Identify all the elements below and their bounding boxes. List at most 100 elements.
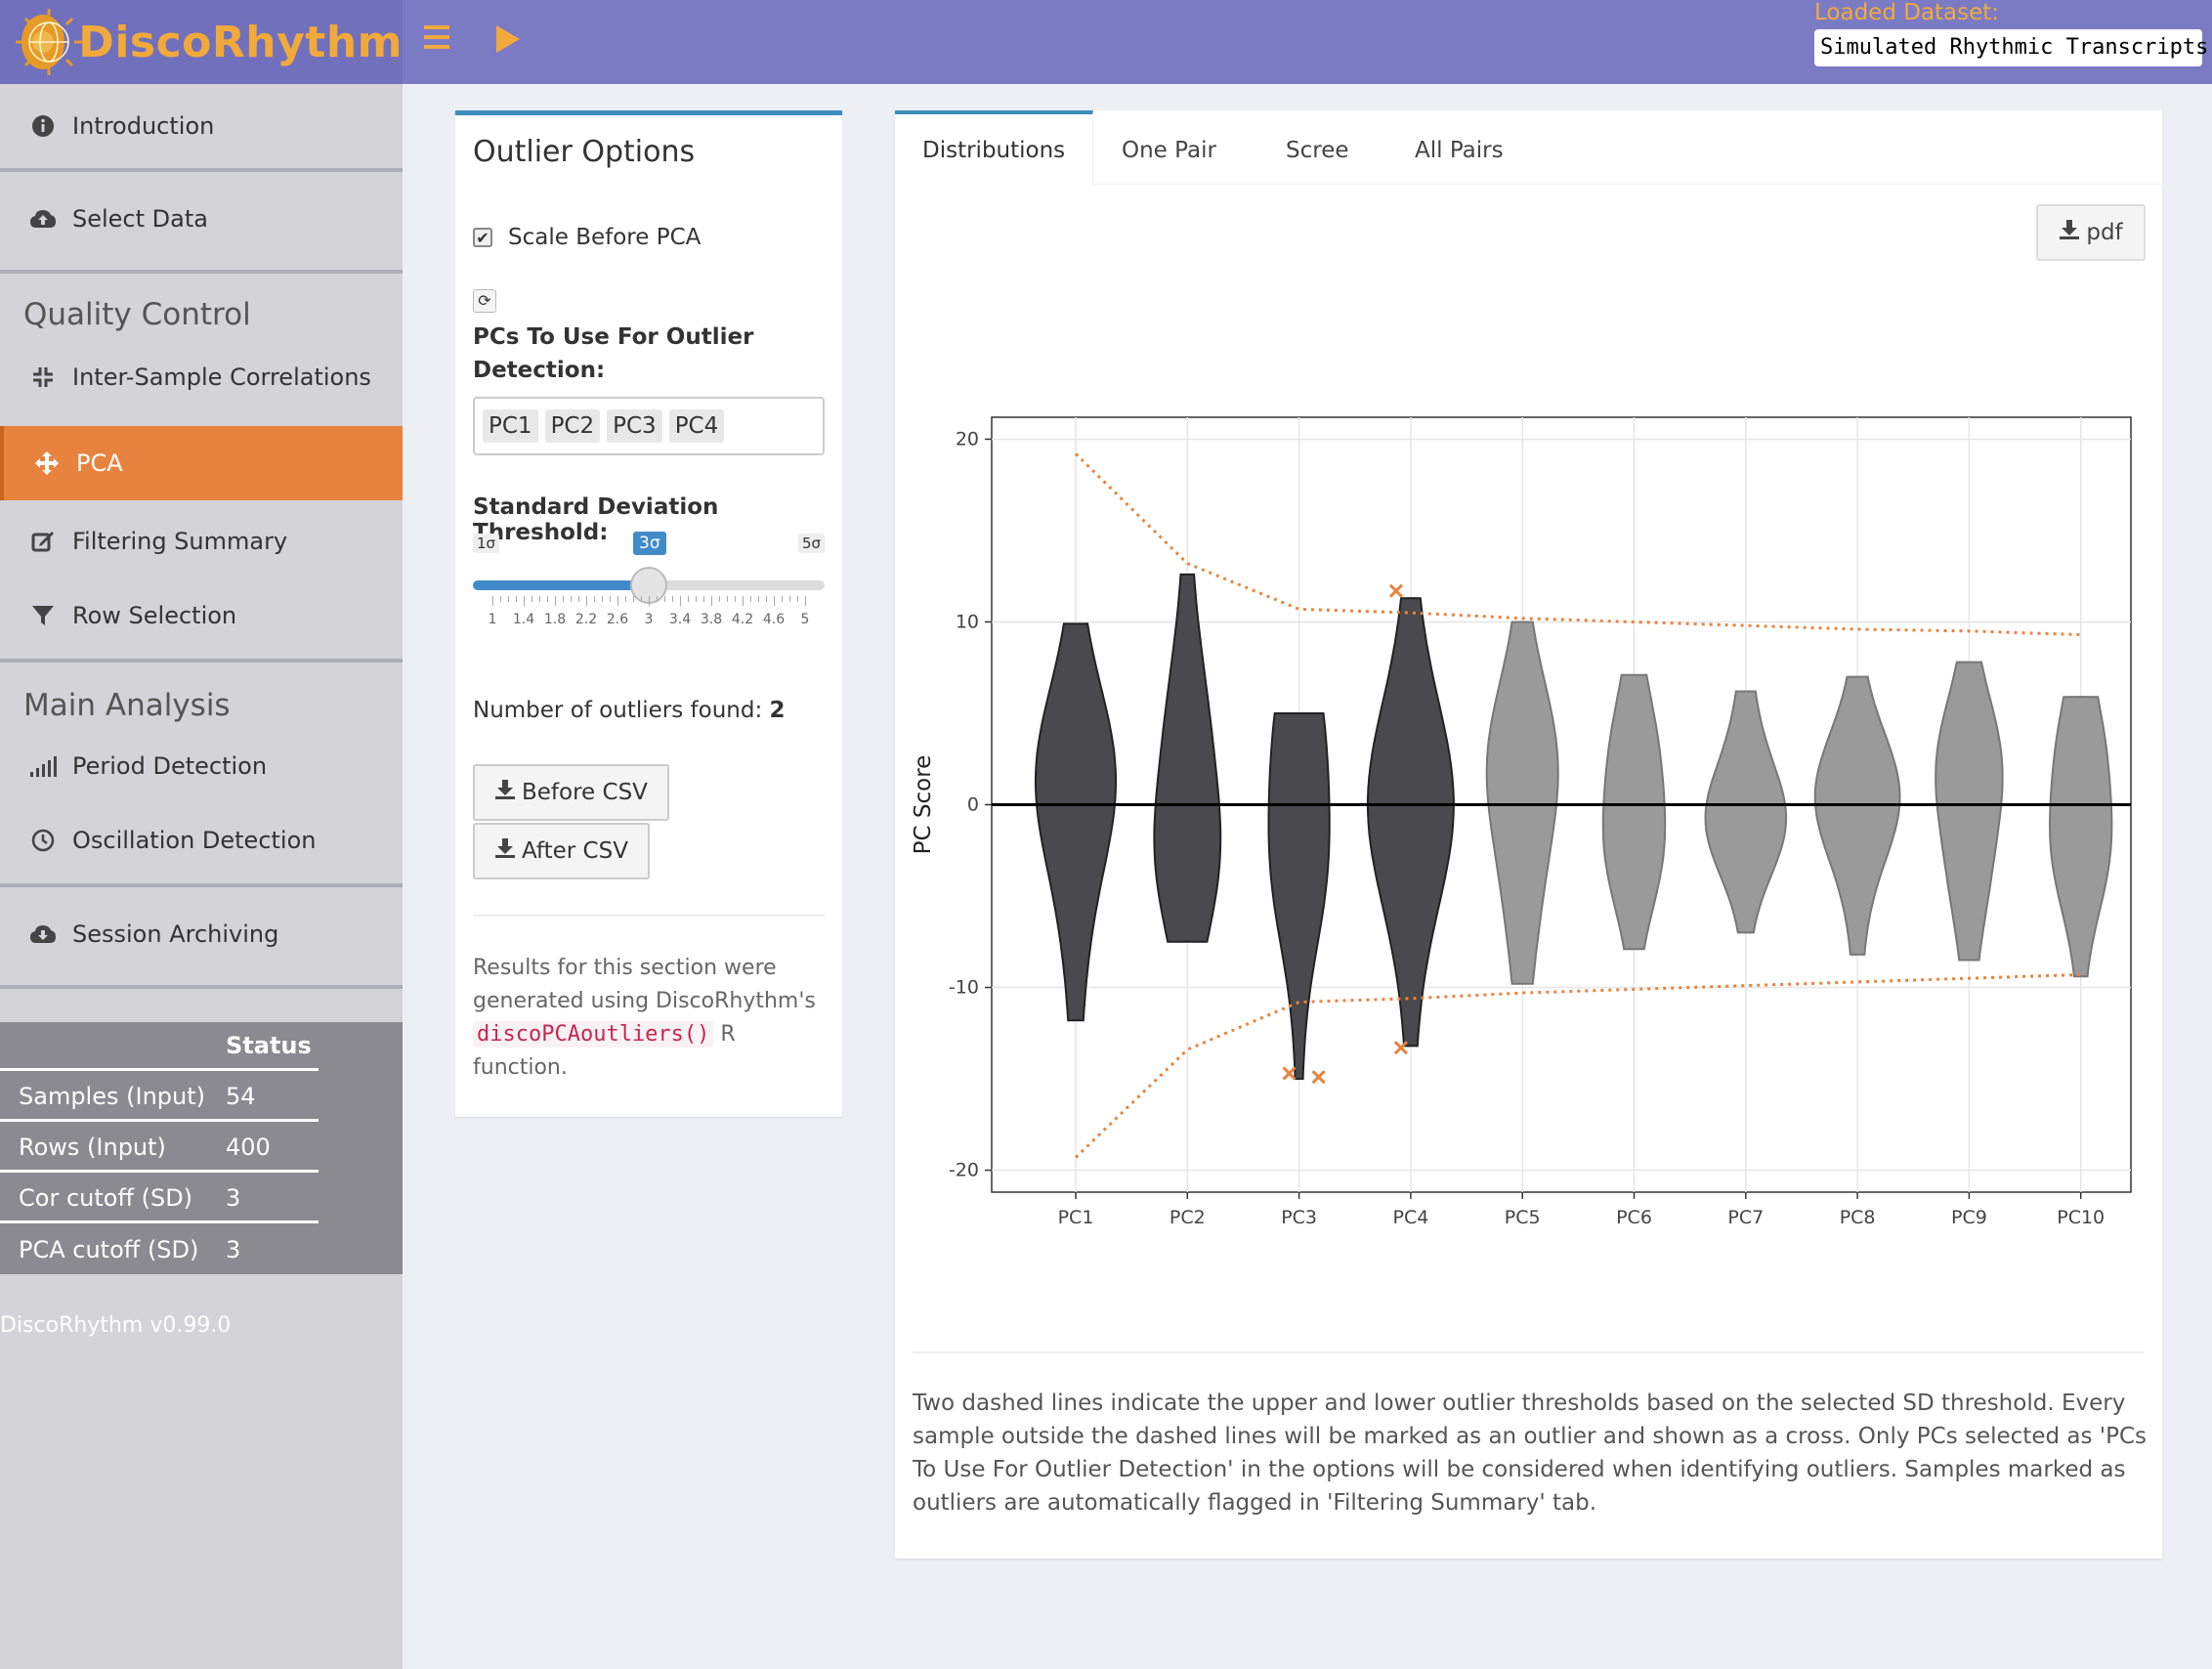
- slider-tick: [758, 596, 759, 602]
- outliers-count-text: Number of outliers found: 2: [473, 698, 786, 723]
- slider-tick: [633, 596, 634, 602]
- slider-tick: [492, 596, 493, 606]
- sidebar-divider: [0, 985, 403, 989]
- app-name: DiscoRhythm: [78, 17, 403, 67]
- results-note: Results for this section were generated …: [473, 952, 834, 1085]
- button-label: Before CSV: [522, 780, 648, 805]
- tab-scree[interactable]: Scree: [1258, 110, 1377, 185]
- scale-before-pca-checkbox[interactable]: ✔: [473, 228, 492, 247]
- sidebar-item-label: Introduction: [72, 112, 215, 140]
- sidebar-item-session-archiving[interactable]: Session Archiving: [0, 897, 403, 971]
- outliers-label: Number of outliers found:: [473, 698, 763, 723]
- pc-tag[interactable]: PC2: [544, 409, 601, 443]
- sidebar-item-select-data[interactable]: Select Data: [0, 182, 403, 256]
- status-table-header: Status: [0, 1022, 319, 1071]
- slider-tick: [641, 596, 642, 602]
- pcs-label: PCs To Use For Outlier Detection:: [473, 324, 754, 383]
- slider-tick: [508, 596, 509, 602]
- slider-tick-label: 4.2: [731, 612, 754, 627]
- dataset-label: Loaded Dataset:: [1814, 0, 2000, 25]
- download-icon: [2059, 219, 2080, 246]
- section-main-analysis: Main Analysis: [23, 688, 231, 723]
- slider-tick: [563, 596, 564, 602]
- sidebar-item-pca[interactable]: PCA: [0, 426, 403, 500]
- pc-tag[interactable]: PC3: [607, 409, 662, 443]
- sidebar-item-inter-sample-correlations[interactable]: Inter-Sample Correlations: [0, 346, 403, 408]
- sidebar-item-row-selection[interactable]: Row Selection: [0, 584, 403, 647]
- x-tick-label: PC9: [1951, 1207, 1987, 1228]
- slider-tick: [602, 596, 603, 602]
- y-tick-label: 0: [967, 794, 979, 816]
- status-key: Samples (Input): [19, 1082, 205, 1110]
- y-tick-label: -10: [949, 977, 979, 999]
- edit-icon: [29, 528, 57, 555]
- sidebar-toggle-icon[interactable]: [424, 20, 455, 63]
- tab-all-pairs[interactable]: All Pairs: [1387, 110, 1531, 185]
- button-label: After CSV: [522, 838, 628, 864]
- slider-tick-label: 1.8: [543, 612, 567, 627]
- slider-tick-label: 3.4: [668, 612, 692, 627]
- panel-divider: [473, 915, 825, 917]
- sidebar-item-introduction[interactable]: Introduction: [0, 84, 403, 168]
- status-key: Rows (Input): [19, 1133, 166, 1161]
- cloud-upload-icon: [29, 205, 57, 233]
- pc-tag[interactable]: PC4: [668, 409, 725, 443]
- slider-tick: [617, 596, 618, 606]
- slider-tick-label: 5: [800, 612, 810, 627]
- before-csv-button[interactable]: Before CSV: [473, 764, 669, 821]
- play-icon[interactable]: [496, 25, 520, 53]
- slider-tick: [500, 596, 501, 602]
- sd-threshold-slider[interactable]: 1σ 3σ 5σ 1 1.4 1.8 2.2 2.6 3 3.4 3.8 4.2 4.6 5: [473, 530, 825, 627]
- slider-tick: [782, 596, 783, 602]
- slider-tick: [703, 596, 704, 602]
- slider-tick: [696, 596, 697, 602]
- top-header: DiscoRhythm Loaded Dataset: Simulated Rh…: [0, 0, 2212, 84]
- refresh-icon[interactable]: ⟳: [473, 289, 496, 313]
- status-key: PCA cutoff (SD): [19, 1236, 199, 1263]
- scale-before-pca-label: Scale Before PCA: [508, 225, 702, 250]
- x-tick-label: PC3: [1281, 1207, 1317, 1228]
- table-row: PCA cutoff (SD) 3: [0, 1225, 319, 1274]
- info-circle-icon: [29, 112, 57, 140]
- caption-divider: [913, 1351, 2144, 1353]
- clock-icon: [29, 827, 57, 854]
- slider-tick: [719, 596, 720, 602]
- pcs-select-input[interactable]: PC1 PC2 PC3 PC4: [473, 397, 825, 455]
- slider-tick: [610, 596, 611, 602]
- slider-tick-label: 1: [488, 612, 497, 627]
- slider-tick: [516, 596, 517, 602]
- sidebar-divider: [0, 270, 403, 274]
- sidebar-item-oscillation-detection[interactable]: Oscillation Detection: [0, 809, 403, 872]
- status-table: Status Samples (Input) 54 Rows (Input) 4…: [0, 1022, 403, 1274]
- table-row: Cor cutoff (SD) 3: [0, 1175, 319, 1223]
- status-header: Status: [226, 1031, 312, 1059]
- sidebar-item-label: Session Archiving: [72, 920, 279, 948]
- panel-title: Outlier Options: [473, 135, 696, 169]
- slider-tick: [727, 596, 728, 602]
- slider-fill: [473, 580, 649, 590]
- pdf-download-button[interactable]: pdf: [2036, 204, 2146, 261]
- slider-tick: [743, 596, 744, 606]
- pc-tag[interactable]: PC1: [483, 409, 538, 443]
- slider-tick: [797, 596, 798, 602]
- sidebar-item-period-detection[interactable]: Period Detection: [0, 735, 403, 797]
- slider-tick: [711, 596, 712, 606]
- app-logo[interactable]: DiscoRhythm: [0, 0, 403, 84]
- plot-caption: Two dashed lines indicate the upper and …: [913, 1391, 2148, 1516]
- compress-icon: [29, 364, 57, 391]
- table-row: Rows (Input) 400: [0, 1124, 319, 1173]
- scale-before-pca-row[interactable]: ✔ Scale Before PCA: [473, 225, 701, 250]
- y-tick-label: -20: [949, 1160, 979, 1181]
- slider-min-label: 1σ: [473, 534, 500, 553]
- slider-tick: [578, 596, 579, 602]
- sidebar-item-label: Filtering Summary: [72, 528, 288, 555]
- after-csv-button[interactable]: After CSV: [473, 823, 650, 879]
- sidebar-item-filtering-summary[interactable]: Filtering Summary: [0, 510, 403, 573]
- slider-tick: [555, 596, 556, 606]
- slider-tick: [664, 596, 665, 602]
- tab-one-pair[interactable]: One Pair: [1094, 110, 1244, 185]
- slider-ticks: [473, 596, 825, 610]
- section-quality-control: Quality Control: [23, 297, 251, 332]
- sidebar: Introduction Select Data Quality Control…: [0, 84, 403, 1669]
- tab-distributions[interactable]: Distributions: [895, 110, 1094, 185]
